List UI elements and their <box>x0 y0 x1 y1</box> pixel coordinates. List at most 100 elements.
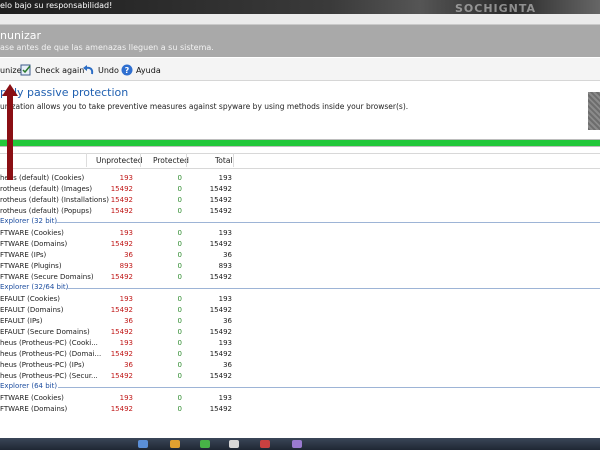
row-total: 15492 <box>209 328 232 336</box>
table-row[interactable]: FTWARE (Secure Domains) 15492 0 15492 <box>0 273 600 284</box>
row-protected: 0 <box>177 394 182 402</box>
row-total: 193 <box>218 394 232 402</box>
taskbar-app-icon[interactable] <box>260 440 270 448</box>
table-row[interactable]: FTWARE (Domains) 15492 0 15492 <box>0 240 600 251</box>
table-row[interactable]: EFAULT (Secure Domains) 15492 0 15492 <box>0 328 600 339</box>
undo-button[interactable]: Undo <box>82 63 119 77</box>
table-row[interactable]: heus (Protheus-PC) (Domai... 15492 0 15492 <box>0 350 600 361</box>
row-protected: 0 <box>177 339 182 347</box>
column-divider[interactable] <box>186 153 187 167</box>
row-total: 15492 <box>209 350 232 358</box>
column-divider[interactable] <box>140 153 141 167</box>
section-divider <box>58 387 600 388</box>
row-name: EFAULT (IPs) <box>0 317 43 325</box>
table-row[interactable]: EFAULT (Cookies) 193 0 193 <box>0 295 600 306</box>
row-protected: 0 <box>177 295 182 303</box>
row-name: FTWARE (Cookies) <box>0 394 64 402</box>
row-total: 193 <box>218 295 232 303</box>
row-total: 15492 <box>209 196 232 204</box>
row-name: heus (Protheus-PC) (Secur... <box>0 372 98 380</box>
undo-label: Undo <box>98 65 119 75</box>
table-row[interactable]: rotheus (default) (Images) 15492 0 15492 <box>0 185 600 196</box>
col-total[interactable]: Total <box>215 156 233 165</box>
immunize-button[interactable]: unize <box>0 63 21 77</box>
info-panel: pply passive protection unization allows… <box>0 82 600 138</box>
row-unprotected: 193 <box>119 174 133 182</box>
section-header[interactable]: Explorer (32 bit) <box>0 217 600 229</box>
row-name: EFAULT (Domains) <box>0 306 64 314</box>
row-protected: 0 <box>177 240 182 248</box>
col-protected[interactable]: Protected <box>153 156 189 165</box>
row-unprotected: 15492 <box>110 240 133 248</box>
app-header: nunizar ase antes de que las amenazas ll… <box>0 25 600 57</box>
row-protected: 0 <box>177 251 182 259</box>
row-unprotected: 193 <box>119 295 133 303</box>
taskbar-app-icon[interactable] <box>138 440 148 448</box>
help-question-icon: ? <box>121 64 133 76</box>
col-unprotected[interactable]: Unprotected <box>96 156 143 165</box>
taskbar-app-icon[interactable] <box>200 440 210 448</box>
taskbar-app-icon[interactable] <box>292 440 302 448</box>
column-divider[interactable] <box>233 153 234 167</box>
row-unprotected: 15492 <box>110 372 133 380</box>
row-total: 15492 <box>209 207 232 215</box>
table-row[interactable]: EFAULT (Domains) 15492 0 15492 <box>0 306 600 317</box>
window-title-strip <box>0 14 600 25</box>
row-name: FTWARE (Domains) <box>0 240 68 248</box>
row-name: rotheus (default) (Installations) <box>0 196 109 204</box>
row-name: heus (Protheus-PC) (Cooki... <box>0 339 98 347</box>
row-total: 15492 <box>209 306 232 314</box>
row-protected: 0 <box>177 317 182 325</box>
row-total: 193 <box>218 174 232 182</box>
row-total: 15492 <box>209 273 232 281</box>
row-name: FTWARE (Domains) <box>0 405 68 413</box>
row-unprotected: 15492 <box>110 273 133 281</box>
table-row[interactable]: heus (default) (Cookies) 193 0 193 <box>0 174 600 185</box>
table-row[interactable]: FTWARE (Cookies) 193 0 193 <box>0 229 600 240</box>
row-name: FTWARE (Secure Domains) <box>0 273 94 281</box>
check-again-label: Check again <box>35 65 85 75</box>
table-row[interactable]: heus (Protheus-PC) (IPs) 36 0 36 <box>0 361 600 372</box>
row-unprotected: 36 <box>124 317 133 325</box>
row-unprotected: 193 <box>119 394 133 402</box>
table-row[interactable]: EFAULT (IPs) 36 0 36 <box>0 317 600 328</box>
table-row[interactable]: FTWARE (IPs) 36 0 36 <box>0 251 600 262</box>
row-protected: 0 <box>177 350 182 358</box>
help-button[interactable]: ? Ayuda <box>121 63 161 77</box>
taskbar-app-icon[interactable] <box>229 440 239 448</box>
svg-text:?: ? <box>125 66 130 75</box>
check-again-button[interactable]: Check again <box>20 63 84 77</box>
row-protected: 0 <box>177 372 182 380</box>
row-protected: 0 <box>177 273 182 281</box>
progress-bar <box>0 139 600 147</box>
table-row[interactable]: FTWARE (Plugins) 893 0 893 <box>0 262 600 273</box>
results-table: heus (default) (Cookies) 193 0 193 rotheus (… <box>0 170 600 438</box>
row-name: rotheus (default) (Images) <box>0 185 93 193</box>
column-divider[interactable] <box>86 153 87 167</box>
table-row[interactable]: FTWARE (Cookies) 193 0 193 <box>0 394 600 405</box>
row-total: 193 <box>218 229 232 237</box>
table-row[interactable]: FTWARE (Domains) 15492 0 15492 <box>0 405 600 416</box>
row-total: 36 <box>223 317 232 325</box>
red-arrow-icon <box>2 84 18 180</box>
row-unprotected: 15492 <box>110 350 133 358</box>
row-total: 15492 <box>209 405 232 413</box>
table-row[interactable]: heus (Protheus-PC) (Cooki... 193 0 193 <box>0 339 600 350</box>
table-row[interactable]: heus (Protheus-PC) (Secur... 15492 0 15492 <box>0 372 600 383</box>
row-total: 36 <box>223 251 232 259</box>
panel-thumbnail <box>588 92 600 130</box>
row-total: 15492 <box>209 185 232 193</box>
row-total: 893 <box>218 262 232 270</box>
banner-watermark: SOCHIGNTA <box>455 2 537 14</box>
table-row[interactable]: rotheus (default) (Installations) 15492 0 1… <box>0 196 600 207</box>
row-unprotected: 15492 <box>110 328 133 336</box>
row-protected: 0 <box>177 361 182 369</box>
section-header[interactable]: Explorer (64 bit) <box>0 382 600 394</box>
row-unprotected: 193 <box>119 339 133 347</box>
table-row[interactable]: rotheus (default) (Popups) 15492 0 15492 <box>0 207 600 218</box>
section-label: Explorer (32/64 bit) <box>0 283 69 291</box>
section-divider <box>56 222 600 223</box>
row-name: EFAULT (Secure Domains) <box>0 328 90 336</box>
section-header[interactable]: Explorer (32/64 bit) <box>0 283 600 295</box>
taskbar-app-icon[interactable] <box>170 440 180 448</box>
